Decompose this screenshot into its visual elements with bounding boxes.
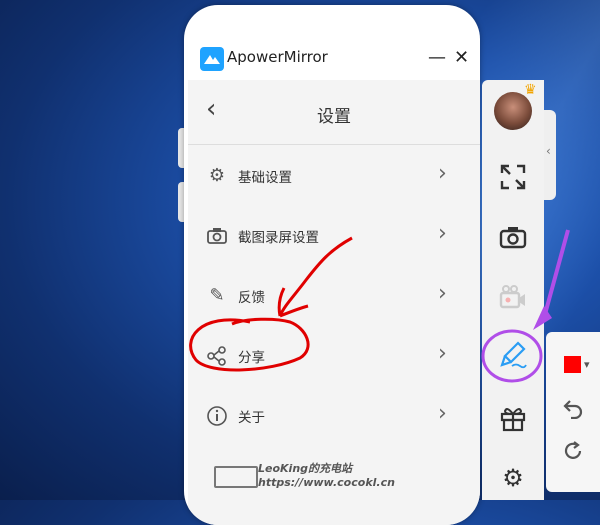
chevron-right-icon: › — [438, 161, 447, 186]
mirror-window: ApowerMirror — ✕ ‹ 设置 ⚙ 基础设置 › 截图录屏设置 › … — [184, 5, 480, 525]
gift-icon[interactable] — [497, 404, 529, 436]
draw-icon[interactable] — [497, 339, 529, 371]
watermark-line1: LeoKing的充电站 — [258, 462, 353, 475]
settings-item-share[interactable]: 分享 › — [188, 327, 480, 383]
gear-icon: ⚙ — [208, 165, 226, 186]
app-title: ApowerMirror — [227, 48, 328, 66]
chevron-down-icon[interactable]: ▾ — [584, 358, 590, 371]
battery-icon — [214, 466, 258, 488]
chevron-right-icon: › — [438, 221, 447, 246]
pen-color-swatch[interactable] — [564, 356, 581, 373]
settings-item-label: 基础设置 — [238, 170, 292, 186]
fullscreen-icon[interactable] — [497, 163, 529, 195]
purple-arrow — [542, 229, 570, 319]
settings-item-basic[interactable]: ⚙ 基础设置 › — [188, 147, 480, 203]
page-title: 设置 — [317, 107, 351, 127]
record-video-icon[interactable] — [497, 283, 529, 315]
settings-item-label: 截图录屏设置 — [238, 230, 319, 246]
undo-icon[interactable] — [561, 397, 585, 421]
chevron-right-icon: › — [438, 341, 447, 366]
close-button[interactable]: ✕ — [454, 47, 469, 69]
info-icon — [206, 405, 228, 427]
settings-item-feedback[interactable]: ✎ 反馈 › — [188, 267, 480, 323]
redo-icon[interactable] — [561, 440, 585, 464]
apowermirror-logo — [200, 47, 224, 71]
settings-item-label: 反馈 — [238, 290, 265, 306]
settings-item-label: 分享 — [238, 350, 265, 366]
chevron-right-icon: › — [438, 401, 447, 426]
watermark: LeoKing的充电站 https://www.cocokl.cn — [258, 462, 395, 490]
pen-icon: ✎ — [209, 285, 225, 306]
settings-item-about[interactable]: 关于 › — [188, 387, 480, 443]
collapse-toolbar-button[interactable]: ‹ — [544, 110, 556, 200]
crown-icon: ♛ — [524, 82, 537, 98]
settings-item-screenshot[interactable]: 截图录屏设置 › — [188, 207, 480, 263]
settings-header: ‹ 设置 — [188, 80, 480, 145]
share-icon — [206, 345, 228, 367]
settings-panel: ‹ 设置 ⚙ 基础设置 › 截图录屏设置 › ✎ 反馈 › 分享 › 关于 › — [188, 80, 480, 525]
watermark-line2: https://www.cocokl.cn — [258, 476, 395, 489]
settings-item-label: 关于 — [238, 410, 265, 426]
settings-icon[interactable]: ⚙ — [497, 462, 529, 494]
minimize-button[interactable]: — — [428, 47, 446, 69]
chevron-left-icon: ‹ — [546, 144, 551, 158]
camera-icon — [206, 225, 228, 247]
chevron-right-icon: › — [438, 281, 447, 306]
screenshot-icon[interactable] — [497, 223, 529, 255]
